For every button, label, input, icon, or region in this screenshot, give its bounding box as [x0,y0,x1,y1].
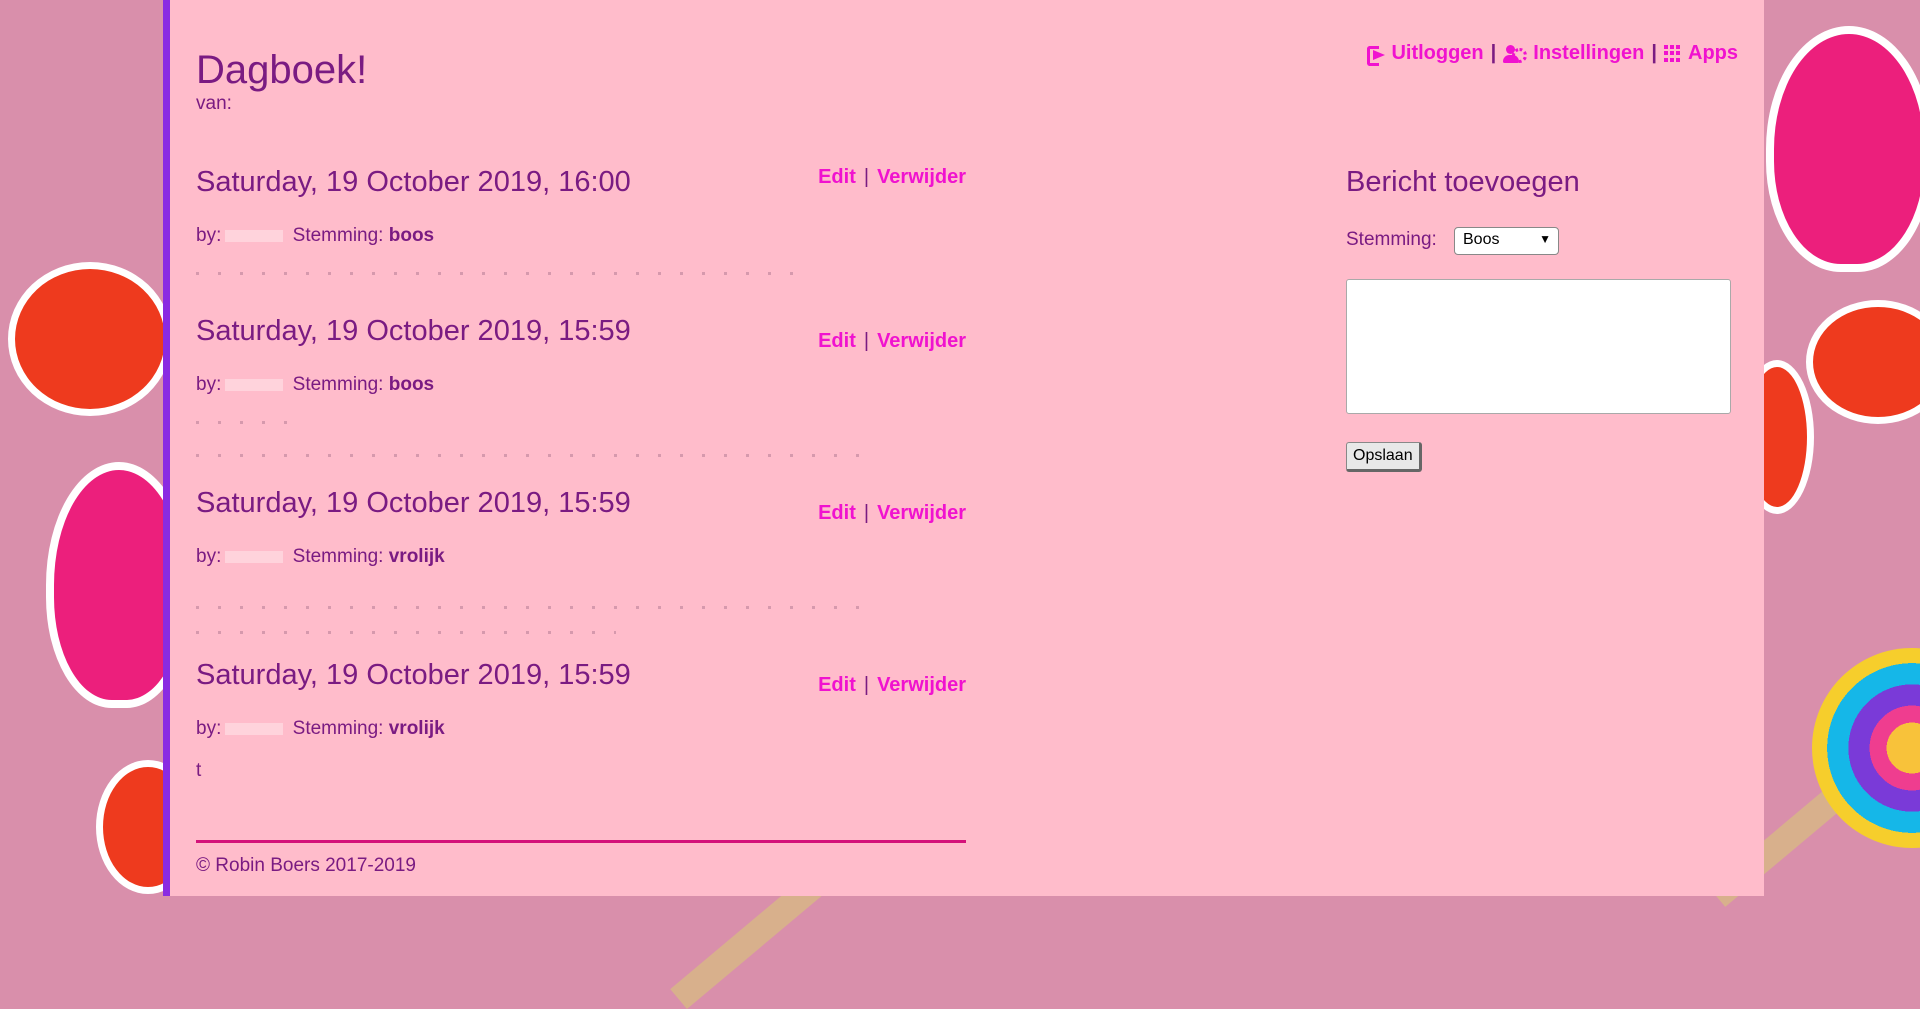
entry-mood: vrolijk [388,718,445,739]
action-separator: | [863,330,870,352]
entry-date: Saturday, 19 October 2019, 15:59 [196,315,631,347]
mood-label: Stemming: [1346,229,1437,250]
nav-separator: | [1490,42,1497,64]
entry-author-label: by: [196,374,222,395]
entry-date: Saturday, 19 October 2019, 15:59 [196,659,631,691]
action-separator: | [863,166,870,188]
delete-link[interactable]: Verwijder [877,166,966,188]
apps-link[interactable]: Apps [1664,42,1738,65]
background-lips-sticker [1806,300,1920,424]
redacted-author [225,722,284,735]
message-textarea[interactable] [1346,279,1731,414]
footer-divider [196,840,966,843]
settings-label: Instellingen [1533,42,1645,64]
entry-mood-label: Stemming: [292,374,384,395]
sign-out-icon [1367,45,1386,66]
entry-date: Saturday, 19 October 2019, 16:00 [196,166,631,198]
redacted-author [225,550,284,563]
entry-actions: Edit | Verwijder [818,502,966,525]
background-lips-sticker [8,262,172,416]
top-navigation: Uitloggen | Instellingen | Apps [1367,42,1738,66]
delete-link[interactable]: Verwijder [877,674,966,696]
delete-link[interactable]: Verwijder [877,330,966,352]
entry-actions: Edit | Verwijder [818,330,966,353]
entry-actions: Edit | Verwijder [818,674,966,697]
entry-actions: Edit | Verwijder [818,166,966,189]
page-subtitle: van: [196,93,232,114]
add-message-title: Bericht toevoegen [1346,166,1580,198]
entry-meta: by: Stemming: vrolijk [196,718,445,740]
page-title: Dagboek! [196,48,368,92]
entry-meta: by: Stemming: boos [196,374,434,396]
entry-author-label: by: [196,546,222,567]
dropdown-arrow-icon: ▼ [1539,232,1551,246]
apps-label: Apps [1688,42,1738,64]
grid-icon [1664,44,1682,63]
mood-select-value: Boos [1463,231,1500,248]
redacted-entry-text [196,606,876,609]
user-cog-icon [1503,44,1528,63]
diary-panel: Dagboek! van: Uitloggen | Instellingen |… [163,0,1764,896]
logout-label: Uitloggen [1391,42,1484,64]
settings-link[interactable]: Instellingen [1503,42,1644,65]
edit-link[interactable]: Edit [818,166,856,188]
logout-link[interactable]: Uitloggen [1367,42,1484,66]
edit-link[interactable]: Edit [818,330,856,352]
action-separator: | [863,502,870,524]
redacted-author [225,378,284,391]
entry-author-label: by: [196,225,222,246]
entry-mood: boos [388,225,435,246]
redacted-entry-text [196,454,876,457]
edit-link[interactable]: Edit [818,502,856,524]
mood-select[interactable]: Boos ▼ [1454,227,1559,255]
entry-mood-label: Stemming: [292,718,384,739]
entry-mood: boos [388,374,435,395]
entry-author-label: by: [196,718,222,739]
entry-date: Saturday, 19 October 2019, 15:59 [196,487,631,519]
entry-meta: by: Stemming: vrolijk [196,546,445,568]
entry-mood: vrolijk [388,546,445,567]
save-button[interactable]: Opslaan [1346,442,1422,472]
redacted-entry-text [196,272,796,275]
footer-copyright: © Robin Boers 2017-2019 [196,855,416,876]
entry-meta: by: Stemming: boos [196,225,434,247]
entry-body: t [196,760,202,781]
action-separator: | [863,674,870,696]
redacted-entry-text [196,631,616,634]
entry-mood-label: Stemming: [292,546,384,567]
delete-link[interactable]: Verwijder [877,502,966,524]
redacted-author [225,229,284,242]
edit-link[interactable]: Edit [818,674,856,696]
nav-separator: | [1651,42,1657,64]
background-heart-sticker [1766,26,1920,272]
redacted-entry-text [196,421,296,424]
entry-mood-label: Stemming: [292,225,384,246]
